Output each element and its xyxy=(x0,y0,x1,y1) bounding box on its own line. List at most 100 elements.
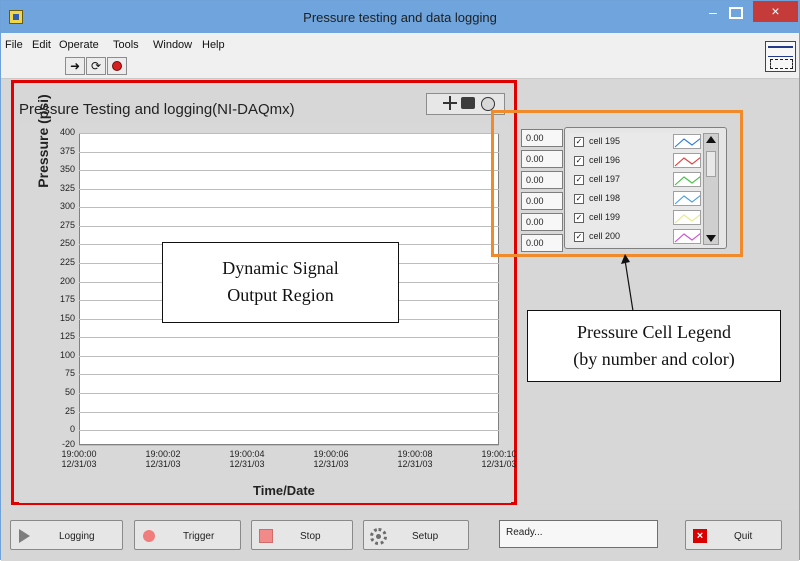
legend-item[interactable]: ✓ cell 200 xyxy=(574,229,701,246)
y-tick-label: 100 xyxy=(59,349,75,360)
y-tick-label: 300 xyxy=(59,201,75,212)
x-tick-time: 19:00:04 xyxy=(229,449,265,459)
signal-region-callout-line2: Output Region xyxy=(227,285,334,305)
legend-item-label: cell 196 xyxy=(589,155,621,165)
legend-item[interactable]: ✓ cell 199 xyxy=(574,210,701,227)
y-tick-label: 175 xyxy=(59,294,75,305)
legend-color-swatch xyxy=(673,229,701,244)
x-tick-date: 12/31/03 xyxy=(145,459,181,469)
menu-edit[interactable]: Edit xyxy=(32,39,51,51)
legend-item[interactable]: ✓ cell 196 xyxy=(574,153,701,170)
legend-item-label: cell 198 xyxy=(589,193,621,203)
cell-value-display: 0.00 xyxy=(521,213,563,231)
menu-bar: File Edit Operate Tools Window Help xyxy=(1,33,799,55)
legend-color-swatch xyxy=(673,191,701,206)
legend-line-icon xyxy=(674,233,700,243)
toolbar: ➜ ⟳ xyxy=(1,55,799,79)
x-tick-date: 12/31/03 xyxy=(481,459,517,469)
pan-tool-icon[interactable] xyxy=(481,97,495,111)
logging-button[interactable]: Logging xyxy=(10,520,123,550)
legend-checkbox[interactable]: ✓ xyxy=(574,175,584,185)
legend-checkbox[interactable]: ✓ xyxy=(574,213,584,223)
legend-color-swatch xyxy=(673,210,701,225)
y-tick-label: 350 xyxy=(59,164,75,175)
signal-region-callout: Dynamic Signal Output Region xyxy=(162,242,399,323)
quit-button[interactable]: × Quit xyxy=(685,520,782,550)
zoom-tool-icon[interactable] xyxy=(461,97,475,109)
quit-button-label: Quit xyxy=(734,531,753,542)
status-indicator: Ready... xyxy=(499,520,658,548)
menu-operate[interactable]: Operate xyxy=(59,39,99,51)
x-axis-label: Time/Date xyxy=(253,483,315,498)
y-grid-line xyxy=(79,355,499,357)
legend-line-icon xyxy=(674,176,700,186)
legend-item-label: cell 195 xyxy=(589,136,621,146)
minimize-button[interactable]: – xyxy=(704,5,722,21)
legend-callout: Pressure Cell Legend (by number and colo… xyxy=(527,310,781,382)
run-arrow-icon[interactable]: ➜ xyxy=(65,57,85,75)
y-tick-label: -20 xyxy=(61,439,75,449)
x-tick-time: 19:00:08 xyxy=(397,449,433,459)
signal-region-callout-line1: Dynamic Signal xyxy=(222,258,339,278)
scroll-thumb[interactable] xyxy=(706,151,716,177)
legend-checkbox[interactable]: ✓ xyxy=(574,232,584,242)
legend-color-swatch xyxy=(673,172,701,187)
legend-panel: ✓ cell 195 ✓ cell 196 ✓ cell 197 ✓ cell 198 ✓ cel… xyxy=(564,127,727,249)
cell-value-display: 0.00 xyxy=(521,234,563,252)
menu-window[interactable]: Window xyxy=(153,39,192,51)
stop-button[interactable]: Stop xyxy=(251,520,353,550)
scroll-down-icon[interactable] xyxy=(706,235,716,242)
x-tick-date: 12/31/03 xyxy=(397,459,433,469)
legend-item[interactable]: ✓ cell 197 xyxy=(574,172,701,189)
y-grid-line xyxy=(79,207,499,209)
cell-value-display: 0.00 xyxy=(521,150,563,168)
quit-icon: × xyxy=(692,528,708,544)
play-icon xyxy=(17,528,33,544)
y-axis-label: Pressure (psi) xyxy=(35,94,51,188)
menu-tools[interactable]: Tools xyxy=(113,39,139,51)
main-window: Pressure testing and data logging – × Fi… xyxy=(0,0,800,561)
y-tick-label: 50 xyxy=(64,387,75,397)
legend-checkbox[interactable]: ✓ xyxy=(574,194,584,204)
trigger-button-label: Trigger xyxy=(183,531,215,542)
scroll-up-icon[interactable] xyxy=(706,136,716,143)
run-continuous-icon[interactable]: ⟳ xyxy=(86,57,106,75)
legend-line-icon xyxy=(674,138,700,148)
gear-icon xyxy=(370,528,387,545)
x-tick-time: 19:00:06 xyxy=(313,449,349,459)
setup-button[interactable]: Setup xyxy=(363,520,469,550)
y-tick-label: 275 xyxy=(59,219,75,230)
legend-scrollbar[interactable] xyxy=(703,133,719,245)
y-tick-label: 250 xyxy=(59,238,75,249)
y-tick-label: 125 xyxy=(59,331,75,342)
legend-checkbox[interactable]: ✓ xyxy=(574,156,584,166)
y-grid-line xyxy=(79,225,499,227)
stop-icon xyxy=(258,528,274,544)
menu-file[interactable]: File xyxy=(5,39,23,51)
stop-circle-icon xyxy=(112,61,122,71)
menu-help[interactable]: Help xyxy=(202,39,225,51)
trigger-icon xyxy=(141,528,157,544)
window-title: Pressure testing and data logging xyxy=(303,10,497,25)
y-tick-label: 25 xyxy=(64,405,75,416)
y-grid-line xyxy=(79,430,499,432)
y-tick-label: 400 xyxy=(59,127,75,137)
maximize-button[interactable] xyxy=(729,7,743,19)
x-tick-label: 19:00:00 12/31/03 xyxy=(49,449,109,469)
y-grid-line xyxy=(79,151,499,153)
abort-execution-icon[interactable] xyxy=(107,57,127,75)
y-tick-label: 75 xyxy=(64,368,75,379)
y-grid-line xyxy=(79,188,499,190)
title-bar[interactable]: Pressure testing and data logging – × xyxy=(1,1,799,33)
y-grid-line xyxy=(79,411,499,413)
legend-checkbox[interactable]: ✓ xyxy=(574,137,584,147)
y-tick-label: 200 xyxy=(59,275,75,286)
x-tick-label: 19:00:08 12/31/03 xyxy=(385,449,445,469)
trigger-button[interactable]: Trigger xyxy=(134,520,241,550)
cursor-tool-icon[interactable] xyxy=(443,96,457,110)
x-tick-label: 19:00:04 12/31/03 xyxy=(217,449,277,469)
legend-item[interactable]: ✓ cell 195 xyxy=(574,134,701,151)
close-button[interactable]: × xyxy=(753,1,798,22)
legend-list: ✓ cell 195 ✓ cell 196 ✓ cell 197 ✓ cell 198 ✓ cel… xyxy=(569,133,701,245)
legend-item[interactable]: ✓ cell 198 xyxy=(574,191,701,208)
